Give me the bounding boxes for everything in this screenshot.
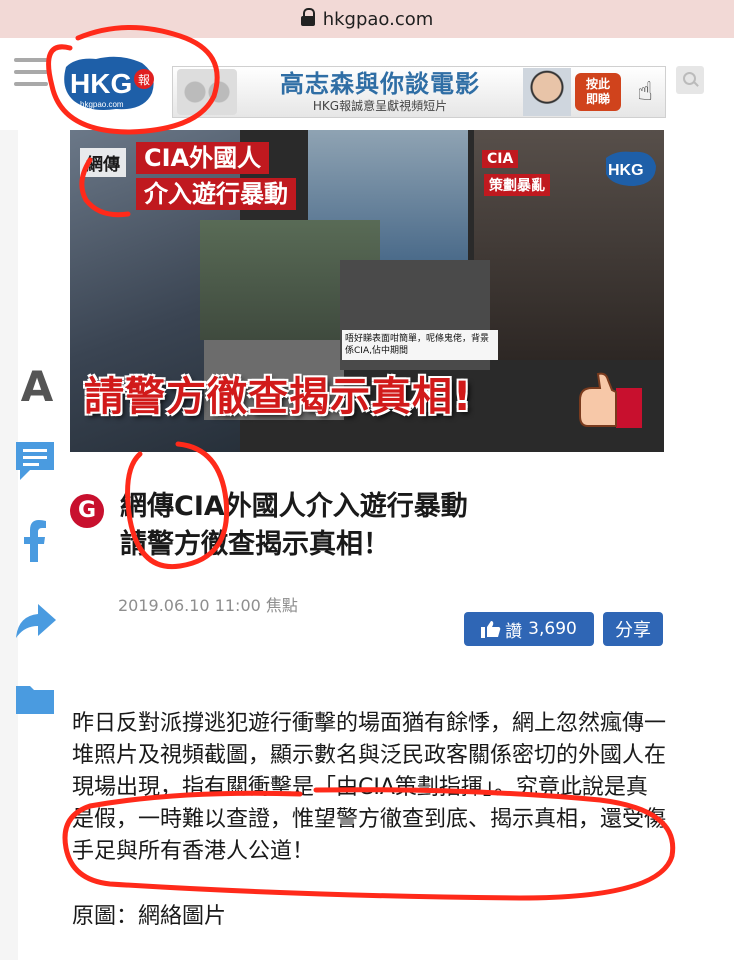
article-title: 網傳CIA外國人介入遊行暴動 請警方徹查揭示真相！ bbox=[120, 488, 590, 564]
article-title-line2: 請警方徹查揭示真相！ bbox=[120, 529, 390, 560]
film-reel-icon bbox=[177, 69, 237, 115]
search-icon[interactable] bbox=[676, 66, 704, 94]
thumbs-up-icon bbox=[481, 621, 501, 638]
article-meta: 2019.06.10 11:00 焦點 bbox=[118, 596, 298, 615]
hero-caption: 唔好睇表面咁簡單，呢條鬼佬，背景係CIA,佔中期間 bbox=[342, 330, 498, 360]
font-size-button[interactable]: A bbox=[16, 364, 58, 410]
like-count: 3,690 bbox=[528, 619, 577, 639]
article-title-line1: 網傳CIA外國人介入遊行暴動 bbox=[120, 491, 468, 522]
hero-image[interactable]: 網傳 CIA外國人 介入遊行暴動 CIA 策劃暴亂 HKG 唔好睇表面咁簡單，呢… bbox=[70, 130, 664, 452]
address-bar[interactable]: hkgpao.com bbox=[0, 0, 734, 38]
share-button[interactable]: 分享 bbox=[603, 612, 663, 646]
banner-cta-button[interactable]: 按此 即睇 bbox=[575, 73, 621, 111]
svg-text:HKG: HKG bbox=[608, 162, 644, 179]
comment-icon[interactable] bbox=[12, 438, 58, 482]
hero-headline-top: CIA外國人 bbox=[136, 142, 270, 174]
logo-domain: hkgpao.com bbox=[80, 100, 124, 109]
logo-sub: 報 bbox=[138, 73, 150, 87]
menu-icon[interactable] bbox=[14, 58, 48, 86]
hero-cia-tag: CIA bbox=[482, 150, 519, 168]
hero-bottom-text: 請警方徹查揭示真相! bbox=[84, 374, 473, 420]
article-title-block: G 網傳CIA外國人介入遊行暴動 請警方徹查揭示真相！ bbox=[70, 488, 670, 568]
site-logo[interactable]: HKG 報 hkgpao.com bbox=[60, 55, 160, 115]
ad-banner[interactable]: 高志森與你談電影 HKG報誠意呈獻視頻短片 按此 即睇 ☝ bbox=[172, 66, 666, 118]
folder-icon[interactable] bbox=[12, 676, 58, 720]
site-header: HKG 報 hkgpao.com 高志森與你談電影 HKG報誠意呈獻視頻短片 按… bbox=[0, 38, 734, 130]
hero-headline-bottom: 介入遊行暴動 bbox=[136, 178, 296, 210]
banner-subtitle: HKG報誠意呈獻視頻短片 bbox=[312, 99, 448, 113]
category-badge: G bbox=[70, 494, 104, 528]
article-body: 昨日反對派撐逃犯遊行衝擊的場面猶有餘悸，網上忽然瘋傳一堆照片及視頻截圖，顯示數名… bbox=[72, 711, 667, 864]
banner-title: 高志森與你談電影 bbox=[280, 70, 480, 98]
banner-text: 高志森與你談電影 HKG報誠意呈獻視頻短片 bbox=[237, 70, 523, 114]
lock-icon bbox=[300, 8, 315, 26]
presenter-photo bbox=[523, 68, 571, 116]
cta-line2: 即睇 bbox=[585, 92, 610, 106]
hero-headline-left: 網傳 bbox=[80, 148, 126, 177]
like-label: 讚 bbox=[505, 621, 523, 642]
like-button[interactable]: 讚 3,690 bbox=[464, 612, 594, 646]
image-source: 原圖：網絡圖片 bbox=[72, 904, 227, 929]
cta-line1: 按此 bbox=[585, 77, 610, 91]
logo-text: HKG bbox=[70, 68, 132, 99]
share-arrow-icon[interactable] bbox=[12, 598, 58, 642]
pointing-hand-icon: ☝ bbox=[637, 77, 653, 107]
facebook-icon[interactable] bbox=[12, 518, 58, 562]
url-text[interactable]: hkgpao.com bbox=[323, 9, 434, 30]
hero-logo: HKG bbox=[606, 151, 656, 186]
thumbs-up-icon bbox=[579, 372, 642, 428]
hero-cia-sub: 策劃暴亂 bbox=[484, 174, 550, 196]
